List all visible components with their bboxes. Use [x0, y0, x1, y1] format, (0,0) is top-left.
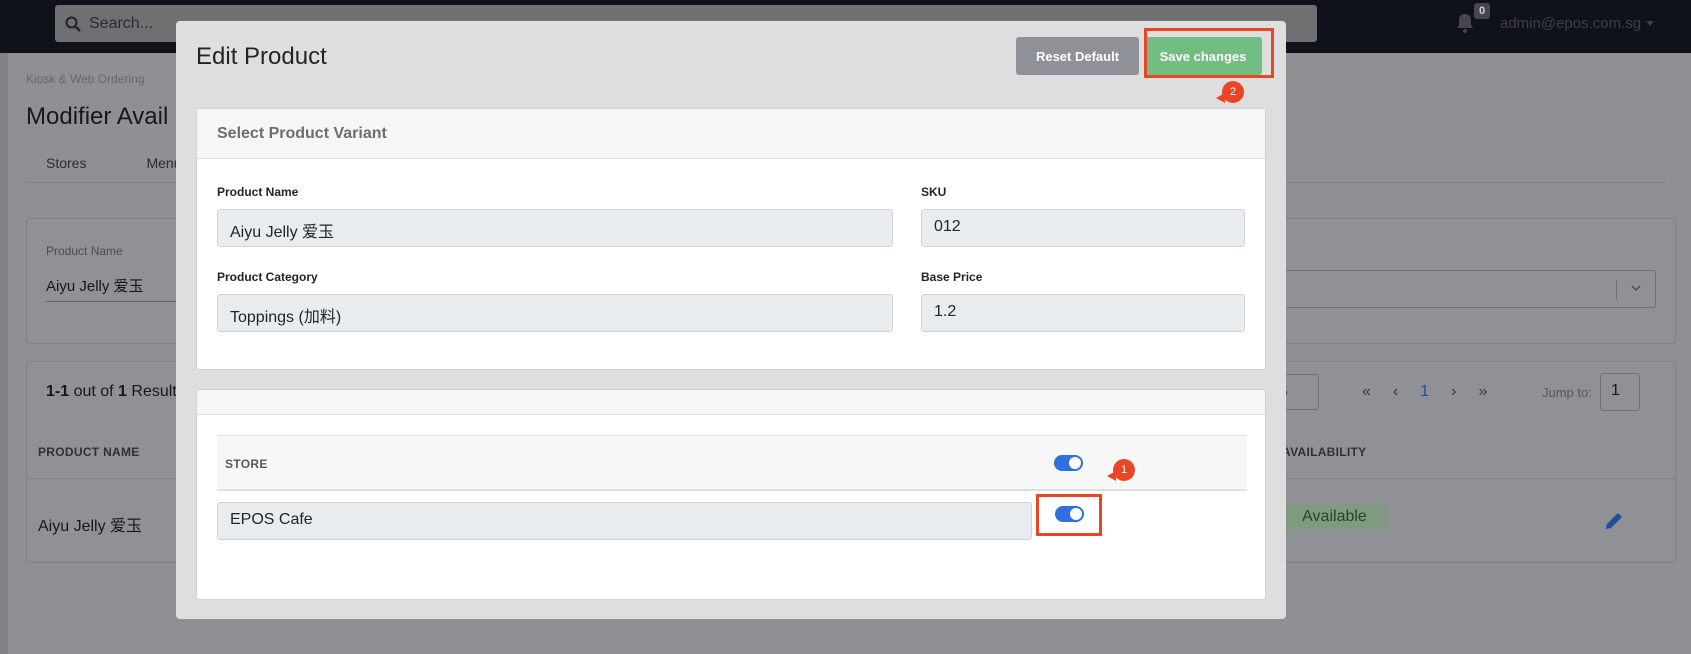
table-cell-product-name: Aiyu Jelly 爱玉 — [38, 518, 143, 535]
page-tabs: Stores Menu — [46, 155, 182, 171]
product-variant-card: Select Product Variant Product Name Aiyu… — [196, 108, 1266, 370]
sku-field[interactable]: 012 — [921, 209, 1245, 247]
first-page-button[interactable]: « — [1362, 383, 1371, 401]
store-name-field: EPOS Cafe — [217, 502, 1032, 540]
save-button-highlight — [1144, 28, 1274, 78]
search-placeholder: Search... — [89, 14, 154, 32]
store-toggle-highlight — [1036, 494, 1102, 536]
breadcrumb[interactable]: Kiosk & Web Ordering — [26, 72, 145, 86]
store-table-header: STORE — [217, 435, 1247, 491]
next-page-button[interactable]: › — [1451, 383, 1456, 401]
toggle-all-stores-switch[interactable] — [1054, 455, 1083, 471]
filter-label: Product Name — [46, 244, 123, 258]
notification-count-badge: 0 — [1474, 3, 1490, 19]
reset-default-button[interactable]: Reset Default — [1016, 37, 1139, 75]
product-category-label: Product Category — [217, 270, 318, 284]
annotation-marker-2: 2 — [1216, 81, 1244, 103]
product-name-label: Product Name — [217, 185, 299, 199]
store-column-header: STORE — [225, 457, 268, 471]
caret-down-icon — [1646, 21, 1655, 26]
base-price-field[interactable]: 1.2 — [921, 294, 1245, 332]
store-select[interactable] — [1280, 270, 1656, 308]
product-category-field[interactable]: Toppings (加料) — [217, 294, 893, 332]
pagination: « ‹ 1 › » — [1362, 383, 1487, 401]
column-header-product-name[interactable]: PRODUCT NAME — [38, 445, 140, 459]
bell-icon[interactable] — [1454, 12, 1476, 34]
column-header-availability[interactable]: AVAILABILITY — [1282, 445, 1366, 459]
status-badge: Available — [1282, 504, 1387, 530]
sku-label: SKU — [921, 185, 947, 199]
base-price-label: Base Price — [921, 270, 983, 284]
user-email: admin@epos.com.sg — [1500, 15, 1642, 32]
select-separator — [1616, 280, 1617, 300]
chevron-down-icon — [1631, 285, 1641, 292]
last-page-button[interactable]: » — [1478, 383, 1487, 401]
store-card-header — [197, 390, 1265, 415]
annotation-marker-1: 1 — [1107, 459, 1135, 481]
sidebar-edge — [0, 53, 8, 654]
jump-label: Jump to: — [1542, 385, 1592, 400]
results-count: 1-1 out of 1 Result — [46, 383, 177, 400]
tab-stores[interactable]: Stores — [46, 155, 86, 171]
variant-section-title: Select Product Variant — [197, 109, 1265, 159]
edit-product-modal: Edit Product Reset Default Save changes … — [176, 21, 1286, 619]
product-name-field[interactable]: Aiyu Jelly 爱玉 — [217, 209, 893, 247]
page-title: Modifier Avail — [26, 103, 169, 130]
search-icon — [65, 16, 81, 32]
modal-title: Edit Product — [196, 43, 327, 70]
filter-underline — [46, 301, 176, 302]
prev-page-button[interactable]: ‹ — [1393, 383, 1398, 401]
user-menu[interactable]: admin@epos.com.sg — [1500, 15, 1655, 32]
page-1-button[interactable]: 1 — [1420, 383, 1429, 401]
store-availability-card: STORE EPOS Cafe — [196, 389, 1266, 600]
filter-value[interactable]: Aiyu Jelly 爱玉 — [46, 275, 144, 296]
pencil-icon[interactable] — [1603, 510, 1625, 532]
jump-input[interactable]: 1 — [1600, 373, 1640, 411]
